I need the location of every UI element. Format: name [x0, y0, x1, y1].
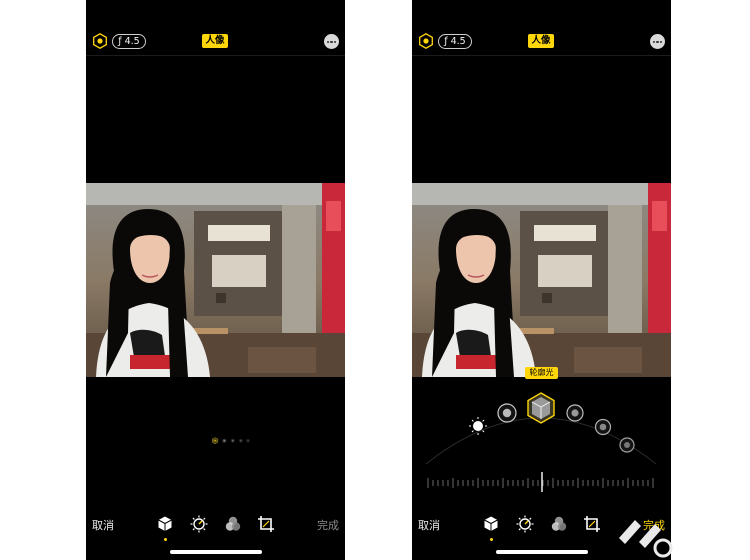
top-divider [86, 55, 345, 56]
portrait-mode-badge: 人像 [528, 34, 554, 48]
top-bar: ƒ 4.5 人像 [412, 0, 671, 56]
depth-hexagon-icon[interactable] [92, 33, 108, 49]
intensity-slider[interactable] [412, 468, 671, 496]
crop-icon[interactable] [583, 515, 601, 533]
lighting-option-studio[interactable] [222, 438, 227, 443]
portrait-mode-badge: 人像 [202, 34, 228, 48]
active-tool-indicator [164, 538, 167, 541]
active-tool-indicator [490, 538, 493, 541]
adjust-dial-icon[interactable] [516, 515, 534, 533]
filters-icon[interactable] [224, 515, 242, 533]
crop-icon[interactable] [257, 515, 275, 533]
filters-icon[interactable] [550, 515, 568, 533]
cancel-button[interactable]: 取消 [418, 517, 440, 533]
left-phone-screen: ƒ 4.5 人像 取消 完成 [86, 0, 345, 560]
watermark-logo-icon [619, 520, 673, 558]
portrait-cube-icon[interactable] [482, 515, 500, 533]
portrait-photo [86, 183, 345, 377]
more-icon[interactable] [324, 34, 339, 49]
home-indicator[interactable] [170, 550, 262, 554]
lighting-dial[interactable] [86, 437, 345, 465]
cancel-button[interactable]: 取消 [92, 517, 114, 533]
bottom-toolbar: 取消 完成 [86, 506, 345, 546]
right-phone-screen: ƒ 4.5 人像 轮廓光 取消 [412, 0, 671, 560]
aperture-button[interactable]: ƒ 4.5 [112, 34, 146, 49]
depth-hexagon-icon[interactable] [418, 33, 434, 49]
home-indicator[interactable] [496, 550, 588, 554]
lighting-option-stage-mono[interactable] [246, 439, 250, 443]
top-divider [412, 55, 671, 56]
lighting-option-stage-mono[interactable] [594, 418, 612, 436]
lighting-option-high-key-mono[interactable] [619, 437, 635, 453]
lighting-option-stage[interactable] [566, 404, 584, 422]
lighting-option-studio[interactable] [497, 403, 517, 423]
portrait-cube-icon[interactable] [156, 515, 174, 533]
lighting-dial[interactable] [412, 378, 671, 468]
lighting-option-stage[interactable] [239, 438, 243, 443]
lighting-option-contour[interactable] [230, 438, 235, 443]
more-icon[interactable] [650, 34, 665, 49]
done-button[interactable]: 完成 [317, 517, 339, 533]
lighting-option-contour-selected[interactable] [527, 392, 555, 424]
top-bar: ƒ 4.5 人像 [86, 0, 345, 56]
adjust-dial-icon[interactable] [190, 515, 208, 533]
lighting-option-natural-selected[interactable] [212, 437, 219, 445]
aperture-button[interactable]: ƒ 4.5 [438, 34, 472, 49]
portrait-photo [412, 183, 671, 377]
